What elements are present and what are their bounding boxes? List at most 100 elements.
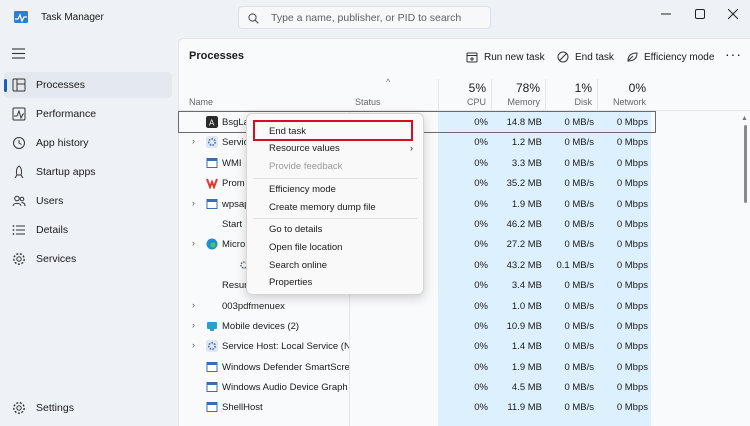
- menu-item-end-task[interactable]: End task: [269, 126, 306, 137]
- network-value: 0 Mbps: [616, 239, 648, 251]
- scroll-up-arrow-icon[interactable]: ▲: [741, 115, 748, 122]
- menu-item-search-online[interactable]: Search online: [269, 260, 327, 271]
- disk-value: 0 MB/s: [564, 117, 594, 128]
- cpu-value: 0%: [474, 117, 488, 128]
- memory-value: 1.2 MB: [511, 137, 542, 149]
- performance-icon: [12, 107, 26, 121]
- cpu-value: 0%: [474, 218, 488, 230]
- run-new-task-button[interactable]: Run new task: [466, 49, 545, 65]
- sidebar-item-label: Settings: [36, 402, 74, 414]
- sidebar-item-details[interactable]: Details: [4, 217, 172, 243]
- table-row[interactable]: Windows Audio Device Graph ... 0% 4.5 MB…: [179, 377, 750, 397]
- expand-chevron-icon[interactable]: ›: [192, 300, 195, 310]
- column-header-disk[interactable]: 1% Disk: [545, 79, 597, 110]
- memory-value: 1.0 MB: [511, 300, 542, 312]
- memory-value: 14.8 MB: [506, 117, 542, 128]
- cpu-value: 0%: [474, 157, 488, 169]
- more-options-button[interactable]: ···: [725, 47, 742, 61]
- menu-item-efficiency-mode[interactable]: Efficiency mode: [269, 184, 336, 195]
- disk-value: 0 MB/s: [564, 382, 594, 394]
- sidebar-item-label: App history: [36, 137, 89, 149]
- table-row[interactable]: › Service Host: Local Service (N... 0% 1…: [179, 336, 750, 356]
- disk-value: 0 MB/s: [564, 239, 594, 251]
- process-name: ShellHost: [222, 402, 263, 414]
- disk-value: 0 MB/s: [564, 361, 594, 373]
- sidebar-item-settings[interactable]: Settings: [4, 395, 172, 421]
- disk-value: 0 MB/s: [564, 402, 594, 414]
- hamburger-menu-icon[interactable]: [12, 48, 25, 59]
- menu-item-create-memory-dump[interactable]: Create memory dump file: [269, 202, 376, 213]
- network-value: 0 Mbps: [616, 137, 648, 149]
- context-menu: End task Resource values › Provide feedb…: [246, 113, 424, 295]
- table-row[interactable]: › Mobile devices (2) 0% 10.9 MB 0 MB/s 0…: [179, 316, 750, 336]
- sidebar: Processes Performance App history Startu…: [0, 36, 178, 426]
- column-header-name[interactable]: Name: [189, 97, 213, 107]
- run-new-task-label: Run new task: [484, 51, 545, 63]
- wps-pdf-icon: [206, 178, 218, 190]
- expand-chevron-icon[interactable]: ›: [192, 238, 195, 248]
- table-row[interactable]: ShellHost 0% 11.9 MB 0 MB/s 0 Mbps: [179, 397, 750, 417]
- end-task-label: End task: [575, 51, 614, 63]
- column-header-cpu[interactable]: 5% CPU: [438, 79, 491, 110]
- column-header-status[interactable]: Status: [355, 97, 381, 107]
- sidebar-item-app-history[interactable]: App history: [4, 130, 172, 156]
- cpu-value: 0%: [474, 239, 488, 251]
- menu-item-properties[interactable]: Properties: [269, 277, 312, 288]
- menu-item-provide-feedback: Provide feedback: [269, 161, 343, 172]
- expand-chevron-icon[interactable]: ›: [192, 320, 195, 330]
- leaf-icon: [627, 52, 638, 62]
- end-task-button[interactable]: End task: [557, 49, 614, 65]
- efficiency-mode-button[interactable]: Efficiency mode: [626, 49, 714, 65]
- cpu-value: 0%: [474, 361, 488, 373]
- task-manager-icon: [14, 11, 28, 23]
- memory-value: 1.9 MB: [511, 198, 542, 210]
- vertical-scrollbar[interactable]: [744, 125, 747, 203]
- memory-value: 1.9 MB: [511, 361, 542, 373]
- sidebar-item-startup-apps[interactable]: Startup apps: [4, 159, 172, 185]
- memory-percent: 78%: [515, 81, 540, 95]
- close-button[interactable]: [721, 4, 745, 24]
- search-input[interactable]: [271, 10, 486, 26]
- disk-value: 0.1 MB/s: [556, 259, 595, 271]
- cpu-percent: 5%: [468, 81, 486, 95]
- window-app-icon: [206, 382, 218, 393]
- maximize-button[interactable]: [688, 4, 712, 24]
- sidebar-item-label: Services: [36, 253, 77, 265]
- sidebar-item-users[interactable]: Users: [4, 188, 172, 214]
- expand-chevron-icon[interactable]: ›: [192, 198, 195, 208]
- disk-value: 0 MB/s: [564, 137, 594, 149]
- startup-apps-icon: [14, 165, 24, 179]
- column-header-memory[interactable]: 78% Memory: [491, 79, 545, 110]
- menu-item-open-file-location[interactable]: Open file location: [269, 242, 342, 253]
- sidebar-item-performance[interactable]: Performance: [4, 101, 172, 127]
- process-name: Windows Defender SmartScreen: [222, 361, 349, 373]
- cpu-label: CPU: [466, 97, 486, 107]
- expand-chevron-icon[interactable]: ›: [192, 136, 195, 146]
- sidebar-item-processes[interactable]: Processes: [4, 72, 172, 98]
- window-title: Task Manager: [41, 12, 104, 23]
- disk-value: 0 MB/s: [564, 157, 594, 169]
- minimize-button[interactable]: [654, 4, 678, 24]
- column-header-network[interactable]: 0% Network: [597, 79, 651, 110]
- expand-chevron-icon[interactable]: ›: [192, 340, 195, 350]
- table-row[interactable]: › 003pdfmenuex 0% 1.0 MB 0 MB/s 0 Mbps: [179, 296, 750, 316]
- disk-value: 0 MB/s: [564, 320, 594, 332]
- memory-label: Memory: [507, 97, 540, 107]
- memory-value: 1.4 MB: [511, 341, 542, 353]
- sidebar-item-label: Details: [36, 224, 69, 236]
- sidebar-item-label: Performance: [36, 108, 97, 120]
- menu-separator: [253, 218, 417, 219]
- sidebar-item-services[interactable]: Services: [4, 246, 172, 272]
- cpu-value: 0%: [474, 300, 488, 312]
- network-value: 0 Mbps: [616, 218, 648, 230]
- menu-item-resource-values[interactable]: Resource values: [269, 143, 340, 154]
- sidebar-item-label: Users: [36, 195, 64, 207]
- run-new-task-icon: [466, 52, 478, 63]
- process-name: Mobile devices (2): [222, 320, 300, 332]
- mobile-devices-icon: [207, 321, 217, 331]
- search-box[interactable]: [238, 6, 491, 29]
- menu-item-go-to-details[interactable]: Go to details: [269, 224, 322, 235]
- memory-value: 4.5 MB: [511, 382, 542, 394]
- table-row[interactable]: Windows Defender SmartScreen 0% 1.9 MB 0…: [179, 357, 750, 377]
- sort-caret-icon[interactable]: ^: [386, 77, 390, 87]
